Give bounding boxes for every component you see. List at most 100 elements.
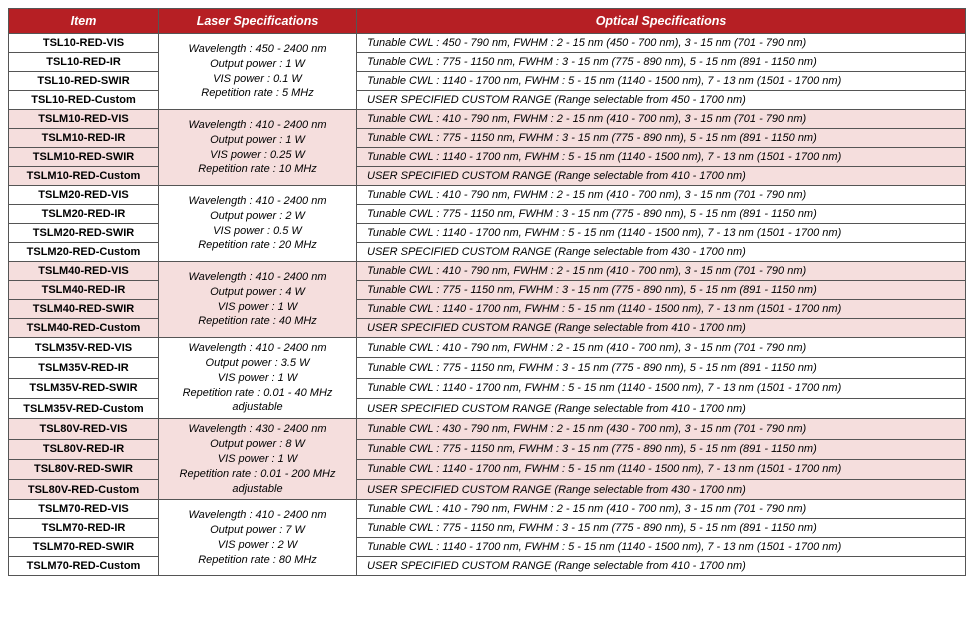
- laser-spec-line: VIS power : 0.25 W: [210, 149, 305, 161]
- table-row: TSL80V-RED-IRTunable CWL : 775 - 1150 nm…: [9, 439, 966, 459]
- optical-spec-cell: Tunable CWL : 450 - 790 nm, FWHM : 2 - 1…: [357, 34, 966, 53]
- table-row: TSL80V-RED-VISWavelength : 430 - 2400 nm…: [9, 419, 966, 439]
- optical-spec-cell: Tunable CWL : 775 - 1150 nm, FWHM : 3 - …: [357, 281, 966, 300]
- item-cell: TSLM10-RED-VIS: [9, 110, 159, 129]
- item-cell: TSL10-RED-VIS: [9, 34, 159, 53]
- item-cell: TSL10-RED-SWIR: [9, 72, 159, 91]
- table-row: TSLM40-RED-SWIR Tunable CWL : 1140 - 1700…: [9, 300, 966, 319]
- laser-spec-line: adjustable: [232, 401, 282, 413]
- table-row: TSLM10-RED-Custom USER SPECIFIED CUSTOM R…: [9, 167, 966, 186]
- item-cell: TSLM70-RED-Custom: [9, 557, 159, 576]
- item-cell: TSLM35V-RED-IR: [9, 358, 159, 378]
- item-cell: TSL80V-RED-SWIR: [9, 459, 159, 479]
- table-row: TSL10-RED-VISWavelength : 450 - 2400 nmO…: [9, 34, 966, 53]
- laser-spec-line: VIS power : 1 W: [218, 372, 297, 384]
- optical-spec-cell: Tunable CWL : 410 - 790 nm, FWHM : 2 - 1…: [357, 338, 966, 358]
- optical-spec-cell: USER SPECIFIED CUSTOM RANGE (Range selec…: [357, 480, 966, 500]
- optical-spec-cell: Tunable CWL : 775 - 1150 nm, FWHM : 3 - …: [357, 519, 966, 538]
- table-row: TSL80V-RED-Custom USER SPECIFIED CUSTOM R…: [9, 480, 966, 500]
- laser-spec-line: Repetition rate : 0.01 - 40 MHz: [183, 387, 333, 399]
- optical-spec-cell: Tunable CWL : 410 - 790 nm, FWHM : 2 - 1…: [357, 262, 966, 281]
- header-laser: Laser Specifications: [159, 9, 357, 34]
- item-cell: TSLM35V-RED-VIS: [9, 338, 159, 358]
- item-cell: TSLM40-RED-SWIR: [9, 300, 159, 319]
- table-row: TSLM40-RED-VISWavelength : 410 - 2400 nm…: [9, 262, 966, 281]
- optical-spec-cell: Tunable CWL : 1140 - 1700 nm, FWHM : 5 -…: [357, 300, 966, 319]
- laser-spec-line: Wavelength : 410 - 2400 nm: [189, 271, 327, 283]
- optical-spec-cell: Tunable CWL : 410 - 790 nm, FWHM : 2 - 1…: [357, 500, 966, 519]
- optical-spec-cell: Tunable CWL : 775 - 1150 nm, FWHM : 3 - …: [357, 205, 966, 224]
- optical-spec-cell: Tunable CWL : 1140 - 1700 nm, FWHM : 5 -…: [357, 224, 966, 243]
- item-cell: TSLM20-RED-SWIR: [9, 224, 159, 243]
- table-row: TSL80V-RED-SWIR Tunable CWL : 1140 - 1700…: [9, 459, 966, 479]
- optical-spec-cell: Tunable CWL : 410 - 790 nm, FWHM : 2 - 1…: [357, 110, 966, 129]
- optical-spec-cell: Tunable CWL : 1140 - 1700 nm, FWHM : 5 -…: [357, 148, 966, 167]
- table-row: TSLM70-RED-VIS Wavelength : 410 - 2400 nm…: [9, 500, 966, 519]
- item-cell: TSLM35V-RED-SWIR: [9, 378, 159, 398]
- laser-spec-line: VIS power : 1 W: [218, 453, 297, 465]
- item-cell: TSLM70-RED-SWIR: [9, 538, 159, 557]
- item-cell: TSLM40-RED-IR: [9, 281, 159, 300]
- laser-spec-line: Wavelength : 410 - 2400 nm: [189, 342, 327, 354]
- optical-spec-cell: USER SPECIFIED CUSTOM RANGE (Range selec…: [357, 243, 966, 262]
- item-cell: TSL10-RED-IR: [9, 53, 159, 72]
- table-row: TSLM40-RED-IR Tunable CWL : 775 - 1150 nm…: [9, 281, 966, 300]
- laser-spec-line: Output power : 4 W: [210, 286, 305, 298]
- laser-spec-cell: Wavelength : 430 - 2400 nmOutput power :…: [159, 419, 357, 500]
- table-row: TSLM35V-RED-VIS Wavelength : 410 - 2400 n…: [9, 338, 966, 358]
- header-item: Item: [9, 9, 159, 34]
- item-cell: TSLM20-RED-IR: [9, 205, 159, 224]
- table-row: TSLM35V-RED-CustomUSER SPECIFIED CUSTOM …: [9, 398, 966, 418]
- item-cell: TSLM10-RED-SWIR: [9, 148, 159, 167]
- table-row: TSLM40-RED-CustomUSER SPECIFIED CUSTOM R…: [9, 319, 966, 338]
- table-row: TSLM35V-RED-IR Tunable CWL : 775 - 1150 n…: [9, 358, 966, 378]
- laser-spec-line: Repetition rate : 5 MHz: [201, 87, 314, 99]
- optical-spec-cell: USER SPECIFIED CUSTOM RANGE (Range selec…: [357, 91, 966, 110]
- optical-spec-cell: Tunable CWL : 430 - 790 nm, FWHM : 2 - 1…: [357, 419, 966, 439]
- optical-spec-cell: USER SPECIFIED CUSTOM RANGE (Range selec…: [357, 557, 966, 576]
- optical-spec-cell: Tunable CWL : 775 - 1150 nm, FWHM : 3 - …: [357, 358, 966, 378]
- optical-spec-cell: Tunable CWL : 1140 - 1700 nm, FWHM : 5 -…: [357, 72, 966, 91]
- table-row: TSLM20-RED-Custom USER SPECIFIED CUSTOM R…: [9, 243, 966, 262]
- laser-spec-line: Wavelength : 450 - 2400 nm: [189, 43, 327, 55]
- item-cell: TSLM10-RED-Custom: [9, 167, 159, 186]
- table-row: TSLM70-RED-IR Tunable CWL : 775 - 1150 nm…: [9, 519, 966, 538]
- optical-spec-cell: Tunable CWL : 775 - 1150 nm, FWHM : 3 - …: [357, 53, 966, 72]
- item-cell: TSLM40-RED-Custom: [9, 319, 159, 338]
- table-row: TSLM70-RED-Custom USER SPECIFIED CUSTOM R…: [9, 557, 966, 576]
- spec-table: Item Laser Specifications Optical Specif…: [8, 8, 966, 576]
- table-row: TSLM20-RED-VISWavelength : 410 - 2400 nm…: [9, 186, 966, 205]
- optical-spec-cell: Tunable CWL : 1140 - 1700 nm, FWHM : 5 -…: [357, 459, 966, 479]
- table-row: TSLM10-RED-IRTunable CWL : 775 - 1150 nm…: [9, 129, 966, 148]
- laser-spec-line: Output power : 8 W: [210, 438, 305, 450]
- item-cell: TSLM20-RED-VIS: [9, 186, 159, 205]
- item-cell: TSL10-RED-Custom: [9, 91, 159, 110]
- item-cell: TSLM35V-RED-Custom: [9, 398, 159, 418]
- table-row: TSL10-RED-Custom USER SPECIFIED CUSTOM RA…: [9, 91, 966, 110]
- header-row: Item Laser Specifications Optical Specif…: [9, 9, 966, 34]
- table-row: TSL10-RED-IR Tunable CWL : 775 - 1150 nm,…: [9, 53, 966, 72]
- laser-spec-line: Repetition rate : 0.01 - 200 MHz: [180, 468, 336, 480]
- optical-spec-cell: Tunable CWL : 775 - 1150 nm, FWHM : 3 - …: [357, 439, 966, 459]
- optical-spec-cell: Tunable CWL : 1140 - 1700 nm, FWHM : 5 -…: [357, 378, 966, 398]
- laser-spec-cell: Wavelength : 410 - 2400 nm Output power :…: [159, 262, 357, 338]
- header-optical: Optical Specifications: [357, 9, 966, 34]
- table-row: TSLM20-RED-SWIR Tunable CWL : 1140 - 1700…: [9, 224, 966, 243]
- item-cell: TSLM70-RED-VIS: [9, 500, 159, 519]
- laser-spec-cell: Wavelength : 410 - 2400 nmOutput power :…: [159, 186, 357, 262]
- table-row: TSL10-RED-SWIR Tunable CWL : 1140 - 1700 …: [9, 72, 966, 91]
- laser-spec-line: Wavelength : 410 - 2400 nm: [189, 509, 327, 521]
- optical-spec-cell: USER SPECIFIED CUSTOM RANGE (Range selec…: [357, 167, 966, 186]
- optical-spec-cell: Tunable CWL : 1140 - 1700 nm, FWHM : 5 -…: [357, 538, 966, 557]
- item-cell: TSL80V-RED-VIS: [9, 419, 159, 439]
- item-cell: TSLM70-RED-IR: [9, 519, 159, 538]
- laser-spec-line: Output power : 1 W: [210, 134, 305, 146]
- item-cell: TSLM20-RED-Custom: [9, 243, 159, 262]
- laser-spec-line: Wavelength : 410 - 2400 nm: [189, 119, 327, 131]
- item-cell: TSL80V-RED-Custom: [9, 480, 159, 500]
- laser-spec-line: Repetition rate : 10 MHz: [198, 163, 317, 175]
- laser-spec-line: Repetition rate : 20 MHz: [198, 239, 317, 251]
- laser-spec-cell: Wavelength : 410 - 2400 nm Output power :…: [159, 110, 357, 186]
- laser-spec-cell: Wavelength : 410 - 2400 nmOutput power :…: [159, 338, 357, 419]
- laser-spec-line: Repetition rate : 40 MHz: [198, 315, 317, 327]
